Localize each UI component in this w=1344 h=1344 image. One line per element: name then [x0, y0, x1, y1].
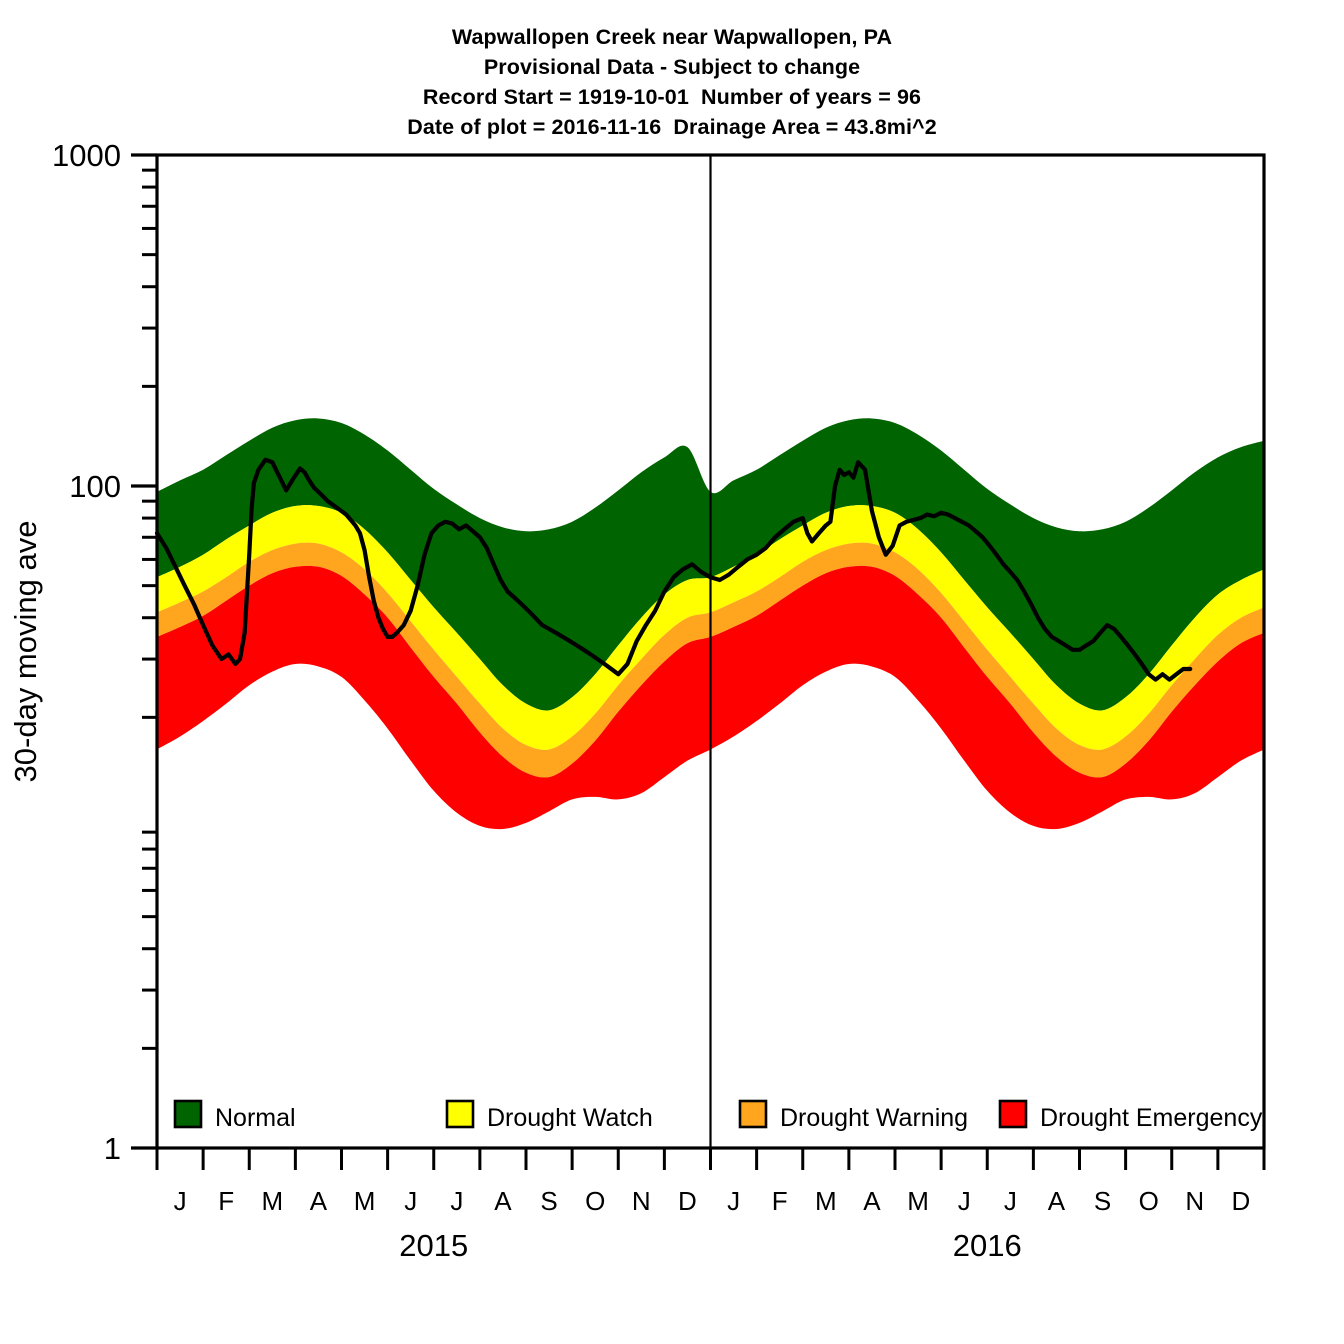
x-month-label-14: M	[815, 1186, 837, 1216]
x-year-label-2016: 2016	[953, 1228, 1022, 1263]
x-month-label-13: F	[772, 1186, 788, 1216]
legend-swatch-drought-emergency	[998, 1099, 1028, 1129]
x-month-label-19: A	[1048, 1186, 1066, 1216]
y-tick-label-1: 1	[104, 1131, 121, 1166]
x-month-label-18: J	[1004, 1186, 1017, 1216]
x-month-label-7: A	[494, 1186, 512, 1216]
x-month-label-6: J	[450, 1186, 463, 1216]
x-month-label-21: O	[1139, 1186, 1159, 1216]
legend-label-drought-emergency: Drought Emergency	[1040, 1104, 1263, 1132]
x-month-label-10: N	[632, 1186, 651, 1216]
legend-swatch-normal	[173, 1099, 203, 1129]
legend-swatch-drought-watch	[445, 1099, 475, 1129]
x-month-label-4: M	[354, 1186, 376, 1216]
x-month-label-5: J	[404, 1186, 417, 1216]
legend-swatch-drought-warning	[738, 1099, 768, 1129]
legend-label-drought-watch: Drought Watch	[487, 1104, 653, 1132]
y-axis-tick-labels: 1 100 1000	[52, 138, 121, 1166]
x-month-label-2: M	[261, 1186, 283, 1216]
legend-label-drought-warning: Drought Warning	[780, 1104, 968, 1132]
chart-legend: Normal Drought Watch Drought Warning Drough…	[173, 1099, 1263, 1132]
x-month-label-0: J	[174, 1186, 187, 1216]
y-tick-label-1000: 1000	[52, 138, 121, 173]
x-month-label-9: O	[585, 1186, 605, 1216]
x-month-label-1: F	[218, 1186, 234, 1216]
x-month-label-11: D	[678, 1186, 697, 1216]
x-year-label-2015: 2015	[399, 1228, 468, 1263]
y-axis-label: 30-day moving ave	[8, 521, 43, 783]
x-month-label-3: A	[310, 1186, 328, 1216]
x-month-label-15: A	[863, 1186, 881, 1216]
x-month-label-8: S	[540, 1186, 557, 1216]
y-axis-title: 30-day moving ave	[8, 521, 43, 783]
y-axis-ticks	[131, 153, 157, 1150]
legend-label-normal: Normal	[215, 1104, 296, 1132]
x-month-label-20: S	[1094, 1186, 1111, 1216]
x-month-label-17: J	[958, 1186, 971, 1216]
x-month-label-22: N	[1185, 1186, 1204, 1216]
x-axis-month-labels: JFMAMJJASONDJFMAMJJASOND	[174, 1186, 1251, 1216]
y-tick-label-100: 100	[69, 469, 121, 504]
x-month-label-12: J	[727, 1186, 740, 1216]
chart-page: Wapwallopen Creek near Wapwallopen, PA P…	[0, 0, 1344, 1344]
x-axis-year-labels: 2015 2016	[399, 1228, 1021, 1263]
x-month-label-23: D	[1232, 1186, 1251, 1216]
x-month-label-16: M	[907, 1186, 929, 1216]
x-axis-ticks	[155, 1148, 1266, 1170]
streamflow-chart: 11001000 30-day moving ave JFMAMJJASONDJ…	[8, 138, 1266, 1263]
